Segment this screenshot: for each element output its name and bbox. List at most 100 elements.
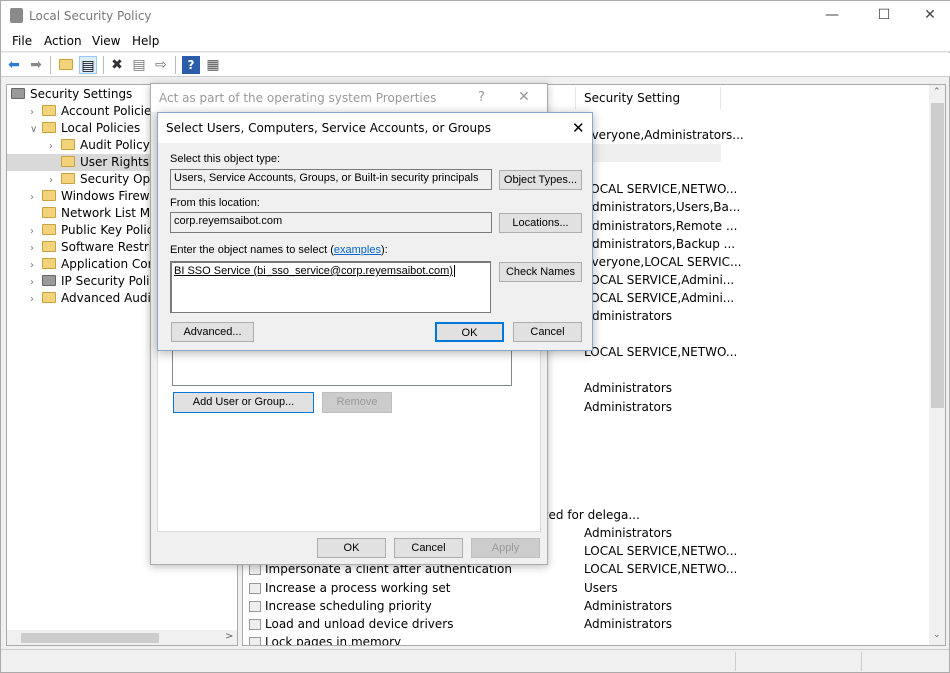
tree-item-label: Security Settings: [30, 87, 133, 101]
policy-icon: [249, 582, 261, 594]
add-user-or-group-button[interactable]: Add User or Group...: [173, 392, 314, 413]
folder-icon: [42, 224, 56, 235]
policy-name: Lock pages in memory: [265, 634, 402, 646]
show-action-pane-icon[interactable]: ▦: [204, 56, 222, 74]
chevron-right-icon[interactable]: ›: [49, 172, 61, 189]
window-title: Local Security Policy: [29, 9, 152, 23]
security-setting: Administrators: [584, 526, 673, 541]
help-button[interactable]: ?: [478, 90, 485, 105]
security-setting: Administrators: [584, 309, 673, 323]
object-types-button[interactable]: Object Types...: [499, 170, 582, 190]
locations-button[interactable]: Locations...: [499, 213, 582, 233]
chevron-right-icon[interactable]: ›: [30, 274, 42, 291]
back-icon[interactable]: ⬅: [5, 56, 23, 74]
toolbar-separator: [175, 56, 176, 74]
folder-icon: [42, 258, 56, 269]
policy-row[interactable]: Increase a process working set Users: [243, 579, 923, 597]
title-bar: Local Security Policy — ☐ ✕: [1, 1, 950, 31]
select-dialog-title: Select Users, Computers, Service Account…: [166, 121, 491, 135]
properties-icon[interactable]: ▤: [130, 56, 148, 74]
location-label: From this location:: [170, 197, 260, 209]
chevron-right-icon[interactable]: ›: [30, 240, 42, 257]
remove-button[interactable]: Remove: [322, 392, 392, 413]
security-setting: Everyone,Administrators...: [584, 128, 744, 142]
menu-help[interactable]: Help: [132, 34, 159, 48]
resolved-name: BI SSO Service (bi_sso_service@corp.reye…: [174, 265, 455, 277]
security-setting: Administrators,Remote ...: [584, 218, 738, 233]
policy-row[interactable]: Load and unload device drivers Administra…: [243, 615, 923, 633]
security-setting: Administrators: [584, 381, 673, 396]
properties-ok-button[interactable]: OK: [317, 538, 386, 558]
folder-icon: [42, 105, 56, 116]
tree-item-label: Local Policies: [61, 121, 141, 135]
toolbar-separator: [50, 56, 51, 74]
policy-icon: [249, 618, 261, 630]
apply-button[interactable]: Apply: [471, 538, 540, 558]
select-title-bar: Select Users, Computers, Service Account…: [158, 113, 592, 143]
show-hide-tree-icon[interactable]: ▤: [79, 56, 97, 74]
object-names-label: Enter the object names to select (exampl…: [170, 244, 388, 256]
scroll-up-icon[interactable]: ⌃: [933, 87, 941, 97]
security-setting: Administrators: [584, 598, 673, 613]
close-button[interactable]: ✕: [915, 7, 945, 23]
policy-row[interactable]: Lock pages in memory: [243, 633, 923, 646]
folder-icon: [61, 173, 75, 184]
export-list-icon[interactable]: ⇨: [152, 56, 170, 74]
object-names-input[interactable]: BI SSO Service (bi_sso_service@corp.reye…: [170, 261, 491, 313]
vertical-scrollbar[interactable]: ⌃ ⌄: [929, 85, 945, 645]
chevron-right-icon[interactable]: ›: [30, 257, 42, 274]
security-policy-icon: [10, 8, 23, 23]
menu-file[interactable]: File: [12, 34, 32, 48]
policy-icon: [249, 636, 261, 645]
folder-icon: [42, 122, 56, 133]
select-cancel-button[interactable]: Cancel: [513, 322, 582, 342]
delete-icon[interactable]: ✖: [108, 56, 126, 74]
folder-icon: [42, 275, 56, 286]
select-close-button[interactable]: ✕: [572, 119, 585, 137]
policy-row[interactable]: Increase scheduling priority Administrato…: [243, 597, 923, 615]
select-users-dialog: Select Users, Computers, Service Account…: [157, 112, 593, 351]
forward-icon[interactable]: ➡: [27, 56, 45, 74]
check-names-button[interactable]: Check Names: [499, 262, 582, 282]
properties-close-button[interactable]: ✕: [518, 89, 530, 105]
chevron-right-icon[interactable]: ›: [49, 138, 61, 155]
folder-icon: [61, 139, 75, 150]
menu-view[interactable]: View: [92, 34, 120, 48]
security-setting: LOCAL SERVICE,Admini...: [584, 290, 735, 305]
properties-cancel-button[interactable]: Cancel: [394, 538, 463, 558]
scrollbar-thumb[interactable]: [21, 633, 159, 643]
maximize-button[interactable]: ☐: [869, 7, 899, 23]
column-divider[interactable]: [720, 87, 721, 109]
menu-action[interactable]: Action: [44, 34, 82, 48]
column-divider[interactable]: [575, 87, 576, 109]
horizontal-scrollbar[interactable]: >: [7, 630, 237, 645]
folder-icon: [42, 241, 56, 252]
chevron-down-icon[interactable]: ∨: [30, 121, 42, 138]
security-setting: Administrators: [584, 399, 673, 414]
up-folder-icon[interactable]: [57, 56, 75, 74]
policy-icon: [249, 600, 261, 612]
security-setting: Everyone,LOCAL SERVIC...: [584, 254, 742, 269]
help-icon[interactable]: ?: [182, 56, 200, 74]
examples-link[interactable]: examples: [334, 244, 381, 256]
folder-icon: [42, 190, 56, 201]
security-setting: Administrators,Backup ...: [584, 236, 736, 251]
security-setting: LOCAL SERVICE,NETWO...: [584, 182, 738, 197]
chevron-right-icon[interactable]: ›: [30, 104, 42, 121]
scrollbar-thumb[interactable]: [931, 103, 944, 408]
minimize-button[interactable]: —: [817, 7, 847, 23]
chevron-right-icon[interactable]: ›: [30, 189, 42, 206]
folder-icon: [42, 207, 56, 218]
location-field: corp.reyemsaibot.com: [170, 212, 492, 233]
properties-title-bar: Act as part of the operating system Prop…: [151, 84, 547, 112]
scroll-down-icon[interactable]: ⌄: [933, 630, 941, 640]
column-security-setting[interactable]: Security Setting: [584, 91, 680, 105]
chevron-right-icon[interactable]: ›: [30, 223, 42, 240]
scroll-right-icon[interactable]: >: [225, 631, 233, 642]
chevron-right-icon[interactable]: ›: [30, 291, 42, 308]
object-type-label: Select this object type:: [170, 153, 281, 165]
advanced-button[interactable]: Advanced...: [171, 322, 254, 342]
tree-item-label: Account Policies: [61, 104, 158, 118]
select-ok-button[interactable]: OK: [435, 322, 504, 342]
security-setting: LOCAL SERVICE,NETWO...: [584, 345, 738, 360]
